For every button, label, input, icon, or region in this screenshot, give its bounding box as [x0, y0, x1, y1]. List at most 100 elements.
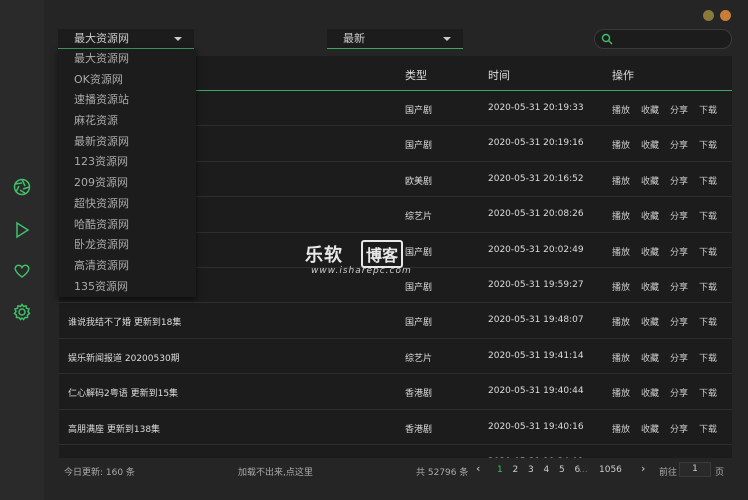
favorite-button[interactable]: 收藏: [641, 386, 659, 399]
page-number[interactable]: 1: [497, 465, 503, 475]
favorite-button[interactable]: 收藏: [641, 280, 659, 293]
dropdown-option[interactable]: 209资源网: [58, 173, 196, 194]
load-fail-link[interactable]: 加载不出来,点这里: [238, 465, 313, 478]
table-row[interactable]: 谁说我结不了婚 更新到18集 国产剧 2020-05-31 19:48:07 播放 收藏…: [59, 303, 732, 339]
header-actions: 操作: [612, 69, 634, 82]
favorite-button[interactable]: 收藏: [641, 138, 659, 151]
table-row[interactable]: 娱乐新闻报道 20200530期 综艺片 2020-05-31 19:41:14 播放…: [59, 339, 732, 375]
dropdown-option[interactable]: 哈酷资源网: [58, 215, 196, 236]
row-name[interactable]: 仁心解码2粤语 更新到15集: [68, 386, 178, 399]
total-count: 共 52796 条: [416, 468, 469, 478]
share-button[interactable]: 分享: [670, 174, 688, 187]
dropdown-option[interactable]: 123资源网: [58, 152, 196, 173]
share-button[interactable]: 分享: [670, 280, 688, 293]
dropdown-option[interactable]: 最新资源网: [58, 132, 196, 153]
dropdown-option[interactable]: 最大资源网: [58, 49, 196, 70]
search-icon: [601, 33, 613, 45]
row-time: 2020-05-31 20:19:16: [488, 138, 584, 149]
share-button[interactable]: 分享: [670, 138, 688, 151]
download-button[interactable]: 下载: [699, 315, 717, 328]
download-button[interactable]: 下载: [699, 138, 717, 151]
aperture-icon[interactable]: [12, 177, 32, 197]
share-button[interactable]: 分享: [670, 245, 688, 258]
dropdown-option[interactable]: 超快资源网: [58, 194, 196, 215]
download-button[interactable]: 下载: [699, 280, 717, 293]
pager-ellipsis: ...: [579, 465, 588, 475]
download-button[interactable]: 下载: [699, 174, 717, 187]
download-button[interactable]: 下载: [699, 245, 717, 258]
row-type: 国产剧: [405, 318, 433, 329]
play-button[interactable]: 播放: [612, 315, 630, 328]
page-number[interactable]: 3: [528, 465, 534, 475]
page-last[interactable]: 1056: [599, 465, 622, 475]
dropdown-option[interactable]: OK资源网: [58, 70, 196, 91]
play-button[interactable]: 播放: [612, 351, 630, 364]
row-name[interactable]: 谁说我结不了婚 更新到18集: [68, 315, 181, 328]
favorite-button[interactable]: 收藏: [641, 315, 659, 328]
page-number[interactable]: 2: [513, 465, 519, 475]
play-button[interactable]: 播放: [612, 386, 630, 399]
page-input[interactable]: 1: [679, 462, 711, 477]
row-type: 国产剧: [405, 106, 433, 116]
prev-page-icon[interactable]: ‹: [476, 462, 480, 475]
download-button[interactable]: 下载: [699, 209, 717, 222]
minimize-button[interactable]: [703, 10, 714, 21]
play-button[interactable]: 播放: [612, 280, 630, 293]
dropdown-option[interactable]: 卧龙资源网: [58, 235, 196, 256]
next-page-icon[interactable]: ›: [641, 462, 645, 475]
row-name[interactable]: 高朋满座 更新到138集: [68, 422, 160, 435]
play-button[interactable]: 播放: [612, 422, 630, 435]
dropdown-option[interactable]: 速播资源站: [58, 90, 196, 111]
dropdown-option[interactable]: 135资源网: [58, 277, 196, 298]
chevron-down-icon: [443, 37, 451, 41]
download-button[interactable]: 下载: [699, 386, 717, 399]
play-button[interactable]: 播放: [612, 245, 630, 258]
play-icon[interactable]: [12, 220, 32, 240]
row-time: 2020-05-31 19:40:16: [488, 421, 584, 432]
play-button[interactable]: 播放: [612, 103, 630, 116]
favorite-button[interactable]: 收藏: [641, 174, 659, 187]
heart-icon[interactable]: [12, 261, 32, 281]
table-row[interactable]: 仁心解码2粤语 更新到15集 香港剧 2020-05-31 19:40:44 播放 收藏…: [59, 374, 732, 410]
row-type: 香港剧: [405, 424, 433, 435]
download-button[interactable]: 下载: [699, 351, 717, 364]
page-number[interactable]: 4: [544, 465, 550, 475]
header-time: 时间: [488, 69, 510, 82]
header-type: 类型: [405, 69, 427, 82]
play-button[interactable]: 播放: [612, 138, 630, 151]
settings-icon[interactable]: [12, 302, 32, 322]
dropdown-option[interactable]: 高清资源网: [58, 256, 196, 277]
goto-label: 前往: [659, 468, 678, 478]
share-button[interactable]: 分享: [670, 351, 688, 364]
row-time: 2020-05-31 20:02:49: [488, 244, 584, 255]
share-button[interactable]: 分享: [670, 209, 688, 222]
share-button[interactable]: 分享: [670, 315, 688, 328]
favorite-button[interactable]: 收藏: [641, 209, 659, 222]
share-button[interactable]: 分享: [670, 386, 688, 399]
row-time: 2020-05-31 19:41:14: [488, 350, 584, 361]
favorite-button[interactable]: 收藏: [641, 351, 659, 364]
favorite-button[interactable]: 收藏: [641, 245, 659, 258]
table-row[interactable]: 高朋满座 更新到138集 香港剧 2020-05-31 19:40:16 播放 收藏 分享…: [59, 410, 732, 445]
sort-select-value: 最新: [343, 32, 365, 45]
share-button[interactable]: 分享: [670, 103, 688, 116]
play-button[interactable]: 播放: [612, 209, 630, 222]
source-dropdown-menu: 最大资源网 OK资源网 速播资源站 麻花资源 最新资源网 123资源网 209资源网 超快资源…: [58, 49, 196, 297]
sort-select[interactable]: 最新: [327, 29, 463, 49]
download-button[interactable]: 下载: [699, 103, 717, 116]
row-type: 综艺片: [405, 212, 433, 223]
page-number[interactable]: 5: [559, 465, 565, 475]
share-button[interactable]: 分享: [670, 422, 688, 435]
row-type: 综艺片: [405, 353, 433, 364]
close-button[interactable]: [720, 10, 731, 21]
favorite-button[interactable]: 收藏: [641, 422, 659, 435]
play-button[interactable]: 播放: [612, 174, 630, 187]
favorite-button[interactable]: 收藏: [641, 103, 659, 116]
search-input[interactable]: [594, 29, 732, 49]
row-name[interactable]: 娱乐新闻报道 20200530期: [68, 351, 180, 364]
dropdown-option[interactable]: 麻花资源: [58, 111, 196, 132]
row-time: 2020-05-31 20:08:26: [488, 209, 584, 220]
table-row[interactable]: Oh！我的搭档 20200530期综艺片2020-05-31 19:34:01播…: [59, 445, 732, 458]
download-button[interactable]: 下载: [699, 422, 717, 435]
source-select[interactable]: 最大资源网: [58, 29, 194, 49]
